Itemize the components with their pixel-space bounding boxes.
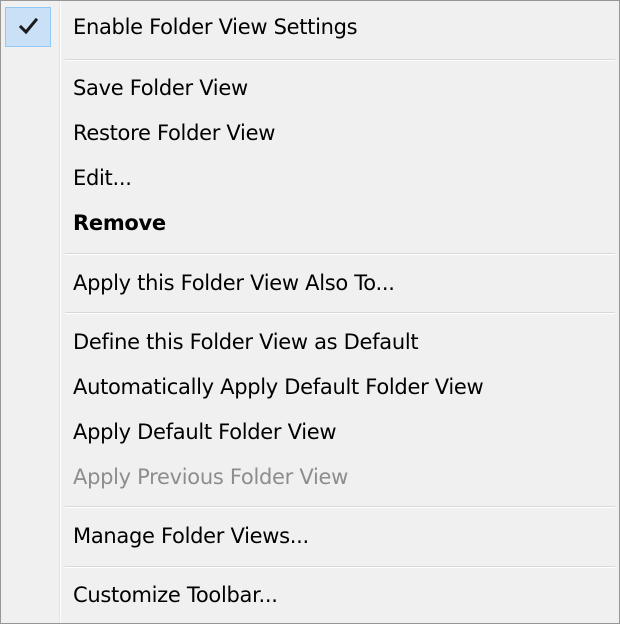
menu-separator [65,59,615,61]
context-menu: Enable Folder View Settings Save Folder … [0,0,620,624]
menu-item-label: Remove [73,211,166,235]
menu-item-define-default[interactable]: Define this Folder View as Default [1,320,619,364]
check-indicator [5,7,51,47]
menu-item-auto-apply-default[interactable]: Automatically Apply Default Folder View [1,365,619,409]
menu-item-label: Enable Folder View Settings [73,15,358,39]
menu-separator [65,253,615,255]
menu-item-apply-folder-view-also-to[interactable]: Apply this Folder View Also To... [1,261,619,305]
menu-item-save-folder-view[interactable]: Save Folder View [1,66,619,110]
menu-item-label: Define this Folder View as Default [73,330,419,354]
menu-item-restore-folder-view[interactable]: Restore Folder View [1,111,619,155]
menu-separator [65,506,615,508]
menu-item-label: Apply Previous Folder View [73,465,348,489]
menu-item-label: Customize Toolbar... [73,583,278,607]
menu-item-label: Manage Folder Views... [73,524,309,548]
menu-item-apply-default[interactable]: Apply Default Folder View [1,410,619,454]
menu-item-manage-folder-views[interactable]: Manage Folder Views... [1,514,619,558]
menu-item-edit[interactable]: Edit... [1,156,619,200]
menu-item-label: Restore Folder View [73,121,276,145]
menu-separator [65,312,615,314]
menu-item-label: Save Folder View [73,76,248,100]
menu-item-label: Apply Default Folder View [73,420,337,444]
menu-item-label: Apply this Folder View Also To... [73,271,395,295]
menu-item-label: Edit... [73,166,132,190]
menu-item-apply-previous: Apply Previous Folder View [1,455,619,499]
menu-separator [65,566,615,568]
menu-item-label: Automatically Apply Default Folder View [73,375,484,399]
menu-item-remove[interactable]: Remove [1,201,619,245]
menu-item-enable-folder-view-settings[interactable]: Enable Folder View Settings [1,7,619,51]
menu-item-customize-toolbar[interactable]: Customize Toolbar... [1,573,619,617]
checkmark-icon [19,17,39,35]
